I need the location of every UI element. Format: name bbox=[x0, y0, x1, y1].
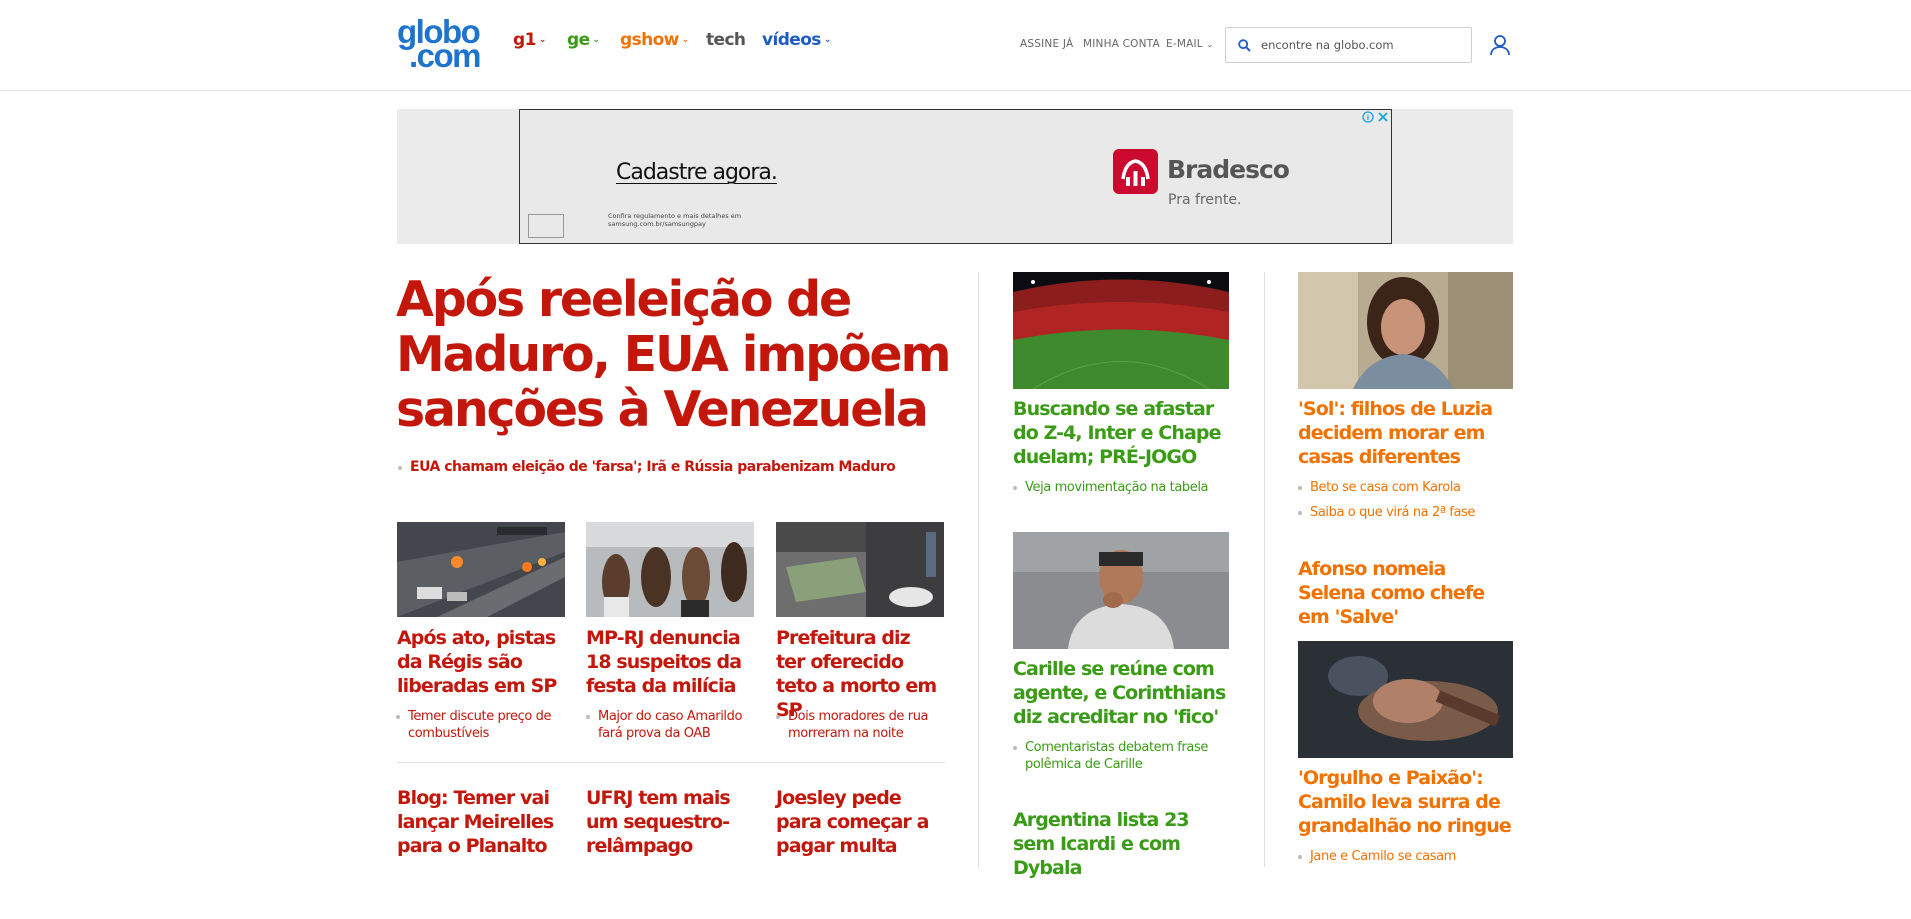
account-link[interactable]: MINHA CONTA bbox=[1083, 38, 1160, 50]
story-headline[interactable]: UFRJ tem mais um sequestro-relâmpago bbox=[586, 786, 756, 858]
story-sub-link[interactable]: Temer discute preço de combustíveis bbox=[396, 708, 568, 742]
divider bbox=[397, 762, 945, 763]
email-link[interactable]: E-MAIL ⌄ bbox=[1166, 38, 1213, 50]
sports-headline[interactable]: Buscando se afastar do Z-4, Inter e Chap… bbox=[1013, 397, 1233, 469]
story-sub-link[interactable]: Major do caso Amarildo fará prova da OAB bbox=[586, 708, 758, 742]
novela-sol-photo[interactable] bbox=[1298, 272, 1513, 389]
search-icon bbox=[1238, 38, 1251, 52]
ad-controls: i bbox=[1362, 110, 1389, 123]
story-headline[interactable]: Blog: Temer vai lançar Meirelles para o … bbox=[397, 786, 565, 858]
carille-photo[interactable] bbox=[1013, 532, 1229, 649]
militia-suspects-photo[interactable] bbox=[586, 522, 754, 617]
nav-label: vídeos bbox=[762, 30, 821, 50]
story-sub-link[interactable]: Dois moradores de rua morreram na noite bbox=[776, 708, 948, 742]
ad-fine-print: Confira regulamento e mais detalhes em s… bbox=[608, 212, 742, 228]
nav-gshow[interactable]: gshow ⌄ bbox=[620, 30, 689, 50]
entertainment-sub-link[interactable]: Saiba o que virá na 2ª fase bbox=[1298, 504, 1515, 521]
nav-label: tech bbox=[706, 30, 746, 50]
search-box[interactable] bbox=[1225, 27, 1472, 63]
sports-sub-link[interactable]: Comentaristas debatem frase polêmica de … bbox=[1013, 739, 1235, 773]
svg-text:i: i bbox=[1367, 114, 1369, 122]
column-divider bbox=[1264, 272, 1265, 867]
subscribe-link[interactable]: ASSINE JÁ bbox=[1020, 38, 1073, 50]
nav-tech[interactable]: tech bbox=[706, 30, 746, 50]
story-headline[interactable]: Após ato, pistas da Régis são liberadas … bbox=[397, 626, 565, 698]
close-icon[interactable] bbox=[1377, 110, 1389, 122]
story-headline[interactable]: Joesley pede para começar a pagar multa bbox=[776, 786, 944, 858]
entertainment-sub-link[interactable]: Beto se casa com Karola bbox=[1298, 479, 1515, 496]
sports-sub-link[interactable]: Veja movimentação na tabela bbox=[1013, 479, 1235, 496]
adchoices-icon[interactable]: i bbox=[1362, 110, 1374, 123]
chevron-down-icon: ⌄ bbox=[538, 35, 547, 45]
bradesco-ad-banner[interactable]: Confira regulamento e mais detalhes em s… bbox=[519, 109, 1392, 244]
ad-brand: Bradesco bbox=[1167, 155, 1290, 184]
chevron-down-icon: ⌄ bbox=[592, 35, 601, 45]
column-divider bbox=[978, 272, 979, 867]
logo-text-suffix: .com bbox=[409, 37, 482, 74]
nav-g1[interactable]: g1 ⌄ bbox=[513, 30, 546, 50]
stadium-photo[interactable] bbox=[1013, 272, 1229, 389]
main-sub-link[interactable]: EUA chamam eleição de 'farsa'; Irã e Rús… bbox=[398, 459, 970, 476]
nav-label: gshow bbox=[620, 30, 679, 50]
email-label: E-MAIL bbox=[1166, 38, 1203, 50]
site-header: globo .com g1 ⌄ ge ⌄ gshow ⌄ tech vídeos ⌄ A… bbox=[0, 0, 1911, 91]
nav-ge[interactable]: ge ⌄ bbox=[567, 30, 601, 50]
globo-logo[interactable]: globo .com bbox=[397, 15, 482, 74]
nav-videos[interactable]: vídeos ⌄ bbox=[762, 30, 831, 50]
story-headline[interactable]: MP-RJ denuncia 18 suspeitos da festa da … bbox=[586, 626, 756, 698]
sports-headline[interactable]: Carille se reúne com agente, e Corinthia… bbox=[1013, 657, 1229, 729]
orgulho-paixao-photo[interactable] bbox=[1298, 641, 1513, 758]
entertainment-headline[interactable]: 'Sol': filhos de Luzia decidem morar em … bbox=[1298, 397, 1513, 469]
ad-headline: Cadastre agora. bbox=[616, 160, 778, 185]
entertainment-sub-link[interactable]: Jane e Camilo se casam bbox=[1298, 848, 1515, 865]
bradesco-logo-icon bbox=[1113, 149, 1158, 194]
seal-icon bbox=[528, 214, 564, 238]
entertainment-headline[interactable]: Afonso nomeia Selena como chefe em 'Salv… bbox=[1298, 557, 1513, 629]
nav-label: ge bbox=[567, 30, 590, 50]
user-icon[interactable] bbox=[1488, 33, 1512, 57]
chevron-down-icon: ⌄ bbox=[823, 35, 832, 45]
sports-headline[interactable]: Argentina lista 23 sem Icardi e com Dyba… bbox=[1013, 808, 1229, 880]
homeless-death-photo[interactable] bbox=[776, 522, 944, 617]
ad-tagline: Pra frente. bbox=[1168, 192, 1242, 208]
main-headline[interactable]: Após reeleição de Maduro, EUA impõem san… bbox=[396, 272, 956, 437]
nav-label: g1 bbox=[513, 30, 536, 50]
chevron-down-icon: ⌄ bbox=[1206, 40, 1214, 49]
entertainment-headline[interactable]: 'Orgulho e Paixão': Camilo leva surra de… bbox=[1298, 766, 1513, 838]
search-input[interactable] bbox=[1261, 38, 1461, 52]
chevron-down-icon: ⌄ bbox=[681, 35, 690, 45]
highway-protest-photo[interactable] bbox=[397, 522, 565, 617]
